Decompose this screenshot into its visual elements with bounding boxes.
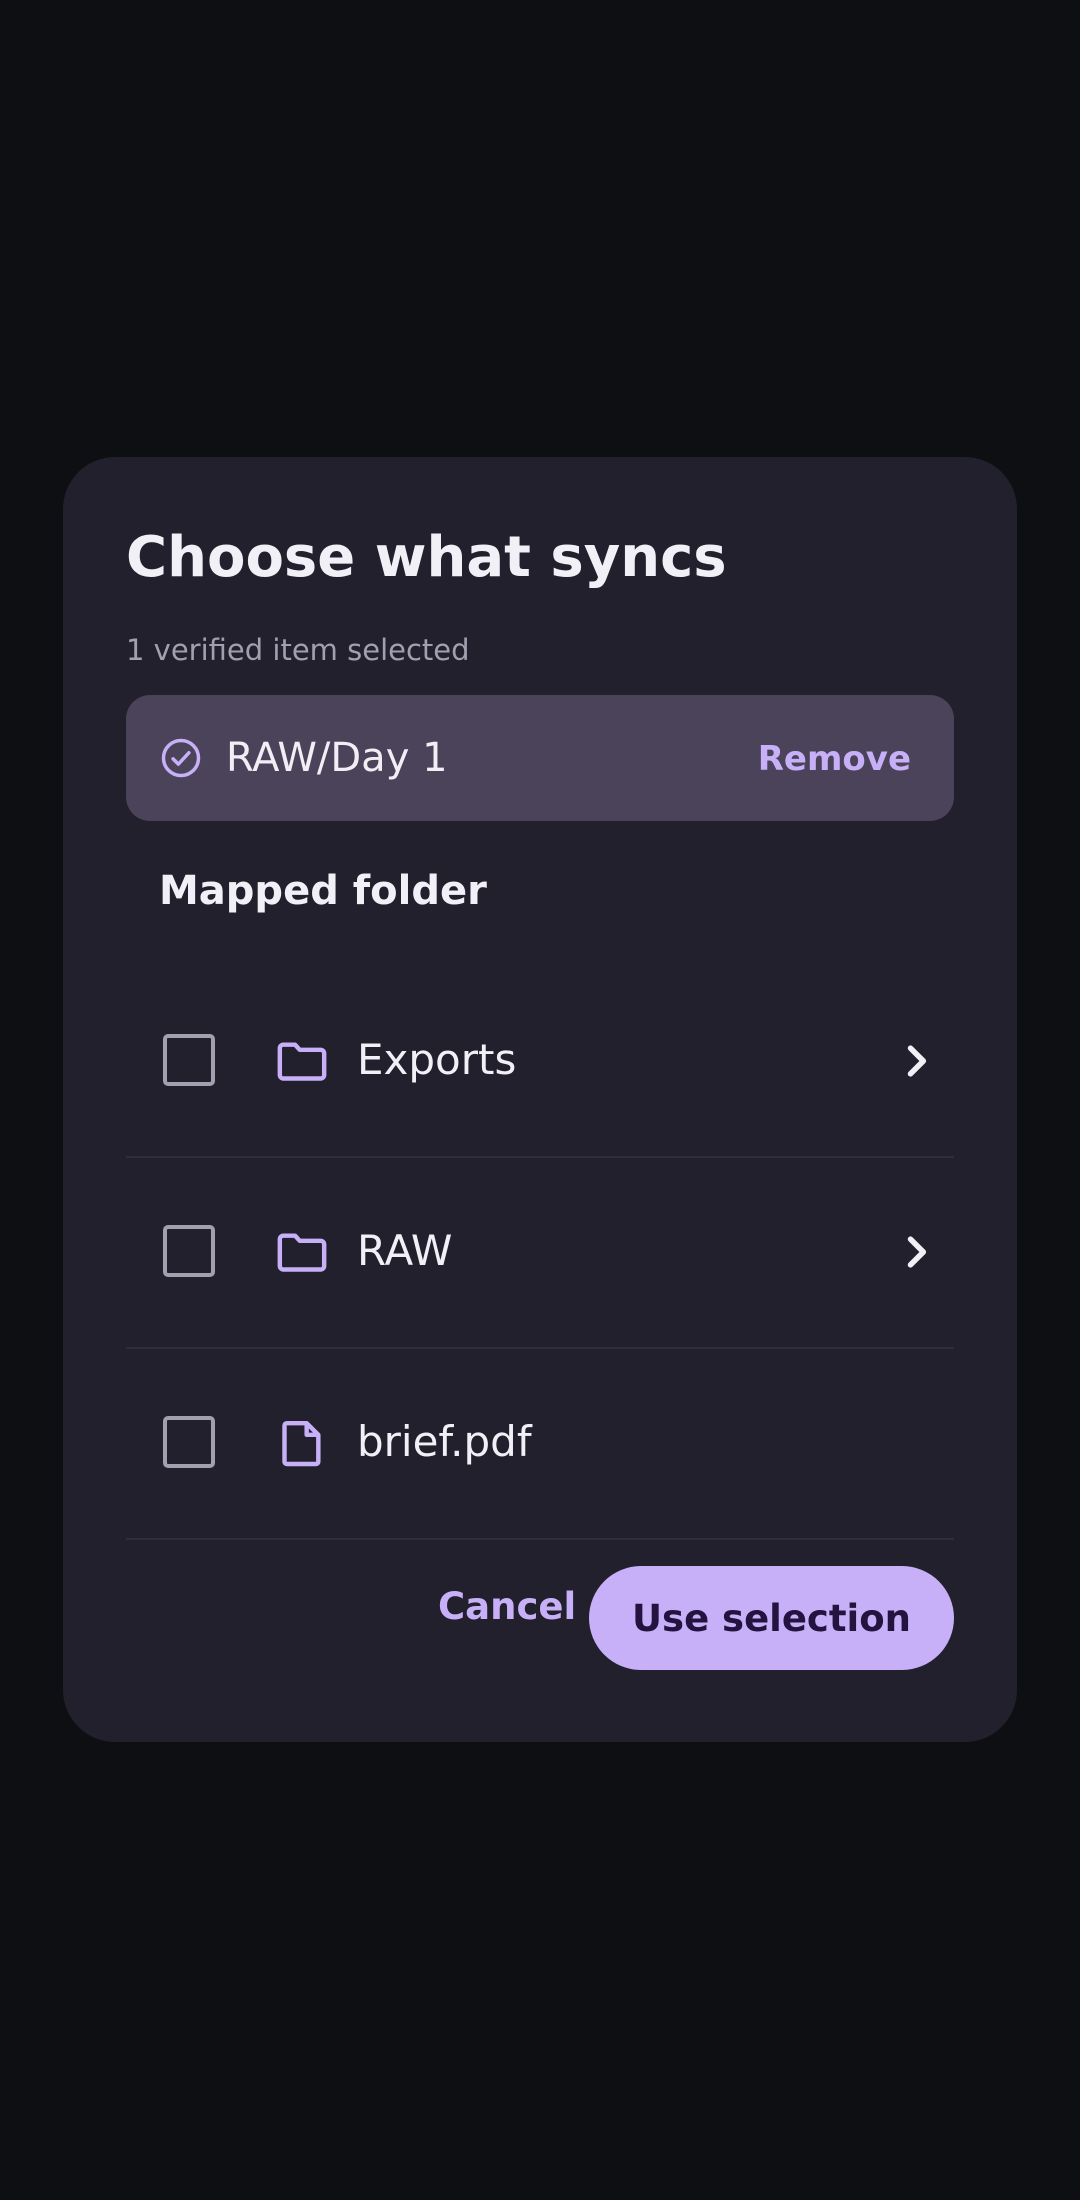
folder-icon bbox=[277, 1042, 327, 1081]
list-item-exports[interactable]: Exports bbox=[126, 967, 954, 1158]
section-title: Mapped folder bbox=[159, 868, 487, 914]
folder-icon bbox=[277, 1233, 327, 1272]
list-item-raw[interactable]: RAW bbox=[126, 1158, 954, 1349]
list-item-label: RAW bbox=[357, 1226, 453, 1275]
selection-count: 1 verified item selected bbox=[126, 633, 470, 667]
list-item-label: brief.pdf bbox=[357, 1417, 532, 1466]
check-circle-icon bbox=[161, 738, 201, 778]
selected-item-chip: RAW/Day 1 Remove bbox=[126, 695, 954, 821]
use-selection-button[interactable]: Use selection bbox=[589, 1566, 954, 1670]
list-item-brief-pdf[interactable]: brief.pdf bbox=[126, 1349, 954, 1540]
list-item-label: Exports bbox=[357, 1035, 517, 1084]
sync-selection-dialog: Choose what syncs 1 verified item select… bbox=[63, 457, 1017, 1742]
checkbox[interactable] bbox=[163, 1034, 215, 1086]
dialog-title: Choose what syncs bbox=[126, 525, 727, 590]
checkbox[interactable] bbox=[163, 1225, 215, 1277]
chevron-right-icon[interactable] bbox=[894, 1039, 938, 1083]
file-icon bbox=[282, 1420, 321, 1467]
folder-list: Exports RAW brief.pdf bbox=[126, 967, 954, 1540]
chevron-right-icon[interactable] bbox=[894, 1230, 938, 1274]
cancel-button[interactable]: Cancel bbox=[438, 1585, 576, 1629]
selected-item-label: RAW/Day 1 bbox=[226, 735, 448, 781]
remove-button[interactable]: Remove bbox=[758, 739, 911, 779]
checkbox[interactable] bbox=[163, 1416, 215, 1468]
